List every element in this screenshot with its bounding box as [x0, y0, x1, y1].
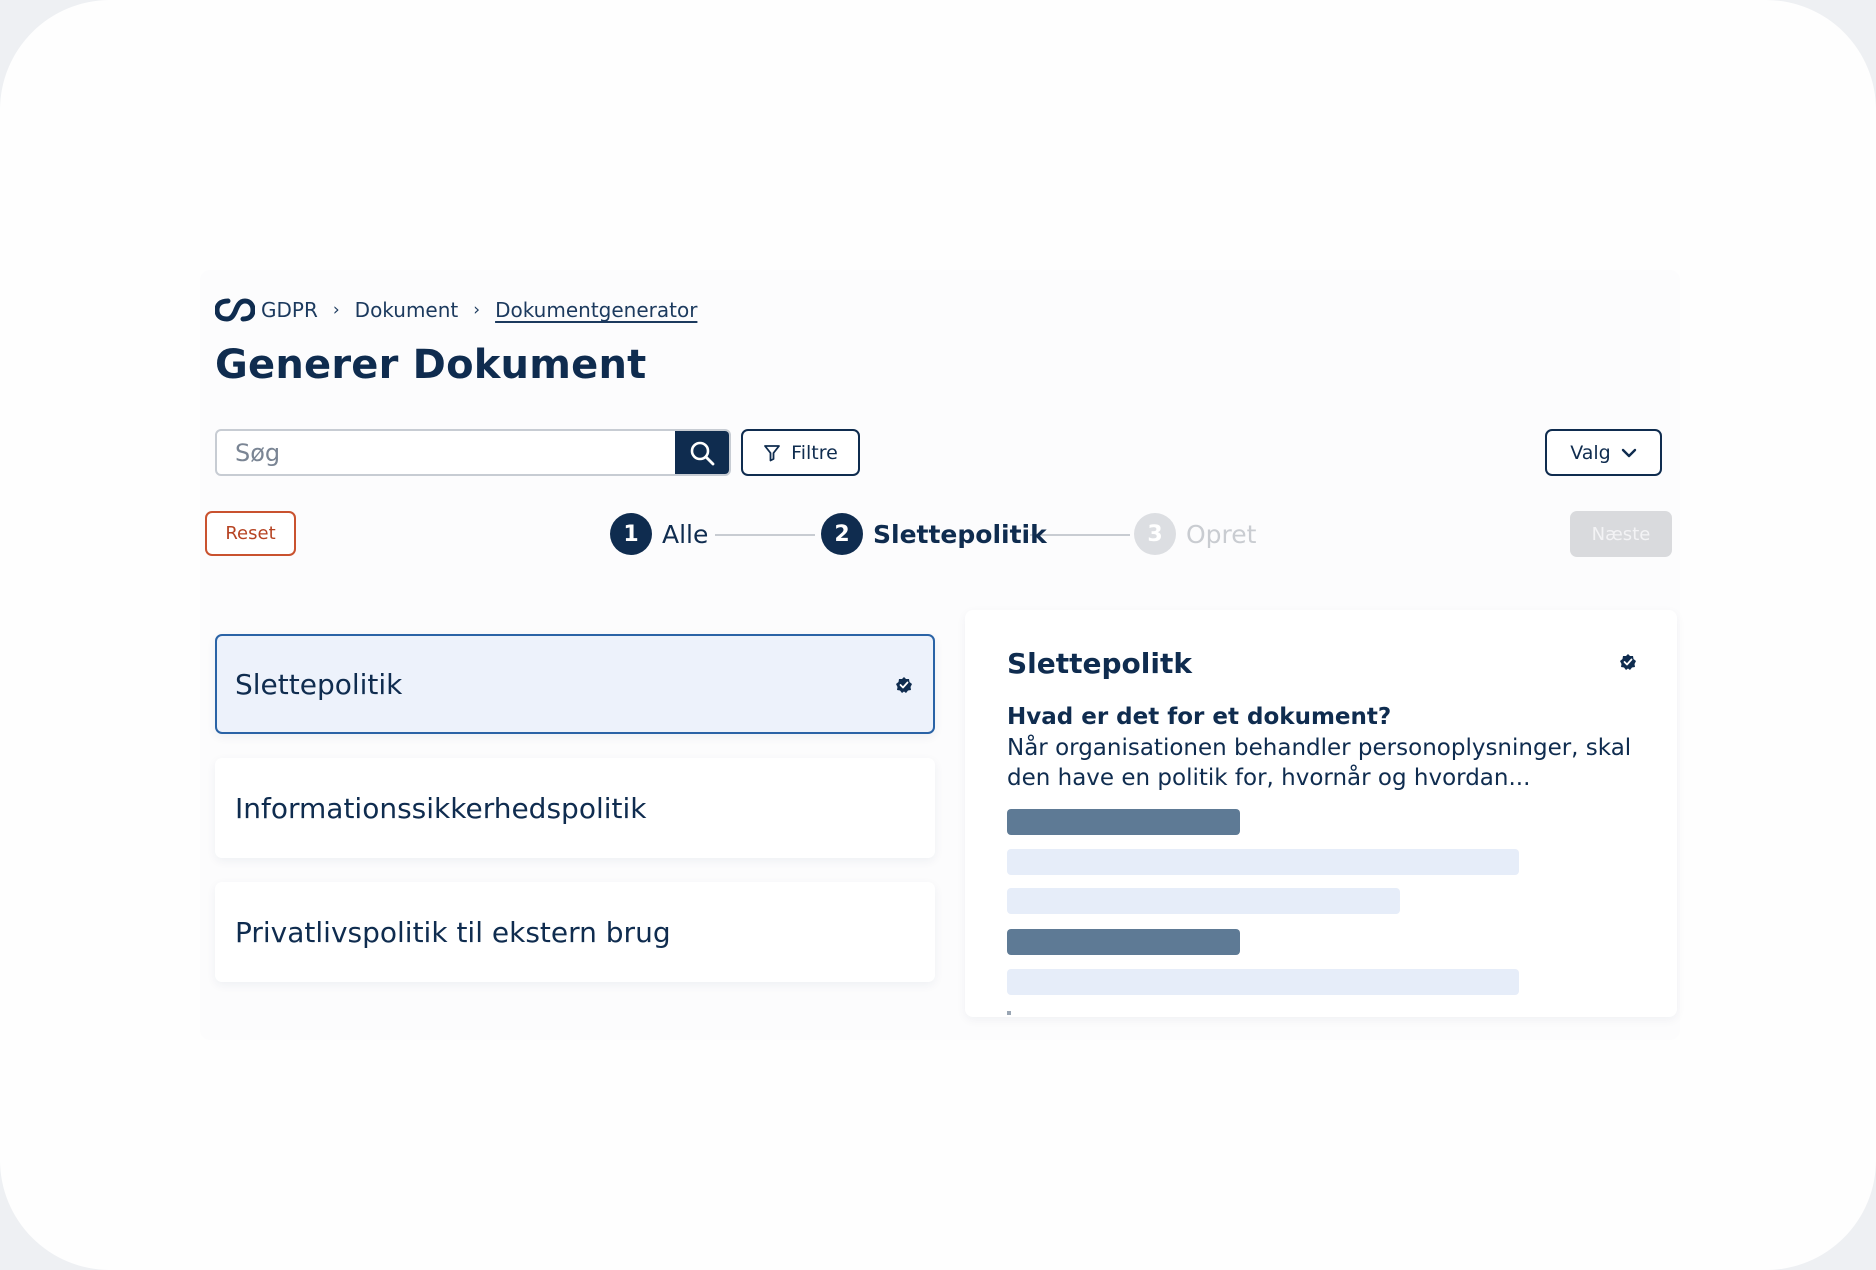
- filter-icon: [764, 444, 781, 461]
- step-number: 3: [1134, 513, 1176, 555]
- breadcrumb-dokument[interactable]: Dokument: [355, 298, 459, 322]
- chevron-down-icon: [1621, 448, 1636, 457]
- breadcrumb: GDPR › Dokument › Dokumentgenerator: [215, 295, 697, 325]
- filter-button[interactable]: Filtre: [741, 429, 860, 476]
- valg-label: Valg: [1570, 441, 1611, 464]
- verified-badge-icon: [1620, 654, 1636, 670]
- skeleton-dot: [1007, 1011, 1011, 1015]
- breadcrumb-separator: ›: [332, 300, 340, 320]
- breadcrumb-dokumentgenerator[interactable]: Dokumentgenerator: [495, 298, 697, 322]
- document-card-privatlivspolitik[interactable]: Privatlivspolitik til ekstern brug: [215, 882, 935, 982]
- skeleton-line: [1007, 969, 1519, 995]
- valg-dropdown[interactable]: Valg: [1545, 429, 1662, 476]
- next-button[interactable]: Næste: [1570, 511, 1672, 557]
- search-button[interactable]: [675, 431, 729, 474]
- document-card-title: Informationssikkerhedspolitik: [235, 791, 647, 825]
- search-input[interactable]: [217, 431, 675, 474]
- preview-description: Når organisationen behandler personoplys…: [1007, 735, 1632, 791]
- search-bar: [215, 429, 731, 476]
- document-card-title: Privatlivspolitik til ekstern brug: [235, 915, 671, 949]
- document-card-informationssikkerhedspolitik[interactable]: Informationssikkerhedspolitik: [215, 758, 935, 858]
- preview-title: Slettepolitk: [1007, 647, 1192, 680]
- preview-question: Hvad er det for et dokument?: [1007, 704, 1392, 730]
- verified-badge-icon: [896, 677, 912, 693]
- skeleton-line: [1007, 849, 1519, 875]
- document-card-slettepolitik[interactable]: Slettepolitik: [215, 634, 935, 734]
- filter-button-label: Filtre: [791, 441, 838, 464]
- step-label: Opret: [1186, 519, 1257, 549]
- screen-frame: GDPR › Dokument › Dokumentgenerator Gene…: [0, 0, 1876, 1270]
- document-card-title: Slettepolitik: [235, 667, 403, 701]
- step-connector: [715, 534, 815, 536]
- skeleton-heading: [1007, 929, 1240, 955]
- skeleton-heading: [1007, 809, 1240, 835]
- reset-button[interactable]: Reset: [205, 511, 296, 556]
- breadcrumb-gdpr[interactable]: GDPR: [261, 298, 318, 322]
- step-alle[interactable]: 1 Alle: [610, 512, 708, 556]
- step-opret: 3 Opret: [1134, 512, 1256, 556]
- breadcrumb-separator: ›: [473, 300, 481, 320]
- chain-logo-icon: [215, 298, 255, 322]
- page-title: Generer Dokument: [215, 342, 647, 388]
- step-label: Slettepolitik: [873, 519, 1047, 549]
- step-number: 1: [610, 513, 652, 555]
- step-label: Alle: [662, 519, 709, 549]
- skeleton-line: [1007, 888, 1400, 914]
- step-slettepolitik[interactable]: 2 Slettepolitik: [821, 512, 1047, 556]
- step-number: 2: [821, 513, 863, 555]
- search-icon: [690, 441, 715, 465]
